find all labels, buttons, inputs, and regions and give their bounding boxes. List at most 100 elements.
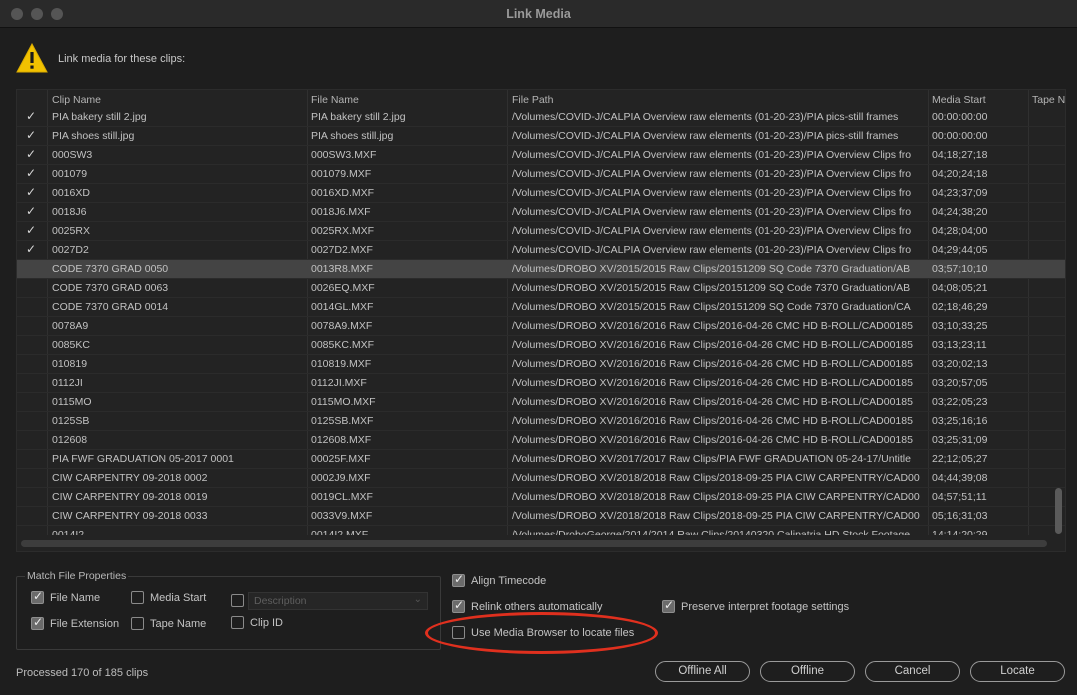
file-name-cell: 0125SB.MXF [311, 415, 374, 427]
column-header-file-path[interactable]: File Path [512, 94, 553, 106]
table-row[interactable]: 010819 010819.MXF/Volumes/DROBO XV/2016/2… [17, 355, 1065, 374]
table-header: Clip Name File Name File Path Media Star… [17, 90, 1065, 108]
checkmark-icon[interactable]: ✓ [26, 242, 36, 256]
table-row[interactable]: ✓ PIA shoes still.jpg PIA shoes still.jpg /… [17, 127, 1065, 146]
clip-name-cell: 0112JI [52, 377, 83, 389]
checkmark-icon[interactable]: ✓ [26, 109, 36, 123]
clip-name-cell: 0027D2 [52, 244, 89, 256]
checkbox-box[interactable] [131, 617, 144, 630]
table-row[interactable]: CIW CARPENTRY 09-2018 0019 0019CL.MXF/Vol… [17, 488, 1065, 507]
table-row[interactable]: CIW CARPENTRY 09-2018 0033 0033V9.MXF/Vol… [17, 507, 1065, 526]
clip-name-cell: 000SW3 [52, 149, 93, 161]
column-header-clip-name[interactable]: Clip Name [52, 94, 101, 106]
clip-name-cell: PIA bakery still 2.jpg [52, 111, 147, 123]
checkbox-box[interactable] [452, 598, 465, 613]
file-path-cell: /Volumes/COVID-J/CALPIA Overview raw ele… [512, 206, 912, 218]
media-start-checkbox[interactable]: Media Start [131, 591, 206, 604]
table-body: ✓ PIA bakery still 2.jpg PIA bakery still … [17, 108, 1065, 535]
table-row[interactable]: 0078A9 0078A9.MXF/Volumes/DROBO XV/2016/2… [17, 317, 1065, 336]
cancel-button[interactable]: Cancel [865, 661, 960, 682]
match-file-properties-group [16, 576, 441, 650]
checkmark-icon[interactable]: ✓ [26, 185, 36, 199]
media-start-cell: 04;20;24;18 [932, 168, 988, 180]
relink-others-checkbox[interactable]: Relink others automatically [452, 598, 602, 613]
clip-name-cell: 0025RX [52, 225, 90, 237]
use-media-browser-checkbox[interactable]: Use Media Browser to locate files [452, 626, 634, 639]
align-timecode-checkbox[interactable]: Align Timecode [452, 572, 546, 587]
file-name-cell: 0018J6.MXF [311, 206, 371, 218]
offline-all-button[interactable]: Offline All [655, 661, 750, 682]
table-row[interactable]: ✓ 001079 001079.MXF/Volumes/COVID-J/CALPIA… [17, 165, 1065, 184]
table-row[interactable]: ✓ 000SW3 000SW3.MXF/Volumes/COVID-J/CALPIA… [17, 146, 1065, 165]
description-dropdown-value: Description [254, 595, 307, 607]
description-checkbox[interactable] [231, 594, 244, 607]
table-row[interactable]: ✓ 0027D2 0027D2.MXF/Volumes/COVID-J/CALPIA… [17, 241, 1065, 260]
window-title: Link Media [506, 7, 571, 21]
column-header-media-start[interactable]: Media Start [932, 94, 986, 106]
vertical-scrollbar[interactable] [1053, 108, 1065, 535]
file-path-cell: /Volumes/COVID-J/CALPIA Overview raw ele… [512, 111, 899, 123]
table-row[interactable]: 012608 012608.MXF/Volumes/DROBO XV/2016/2… [17, 431, 1065, 450]
checkbox-box[interactable] [31, 589, 44, 604]
file-name-cell: 0085KC.MXF [311, 339, 375, 351]
file-name-cell: 0016XD.MXF [311, 187, 375, 199]
table-row[interactable]: CODE 7370 GRAD 0063 0026EQ.MXF/Volumes/DR… [17, 279, 1065, 298]
file-path-cell: /Volumes/COVID-J/CALPIA Overview raw ele… [512, 187, 912, 199]
file-path-cell: /Volumes/COVID-J/CALPIA Overview raw ele… [512, 168, 912, 180]
table-row[interactable]: 0112JI 0112JI.MXF/Volumes/DROBO XV/2016/2… [17, 374, 1065, 393]
table-row[interactable]: 0085KC 0085KC.MXF/Volumes/DROBO XV/2016/2… [17, 336, 1065, 355]
preserve-interpret-checkbox[interactable]: Preserve interpret footage settings [662, 598, 849, 613]
table-row[interactable]: 0125SB 0125SB.MXF/Volumes/DROBO XV/2016/2… [17, 412, 1065, 431]
file-name-cell: PIA shoes still.jpg [311, 130, 394, 142]
clip-id-checkbox[interactable]: Clip ID [231, 616, 283, 629]
table-row[interactable]: 0014I2 0014I2.MXF/Volumes/DroboGeorge/201… [17, 526, 1065, 535]
file-name-cell: 0078A9.MXF [311, 320, 373, 332]
table-row[interactable]: ✓ 0018J6 0018J6.MXF/Volumes/COVID-J/CALPIA… [17, 203, 1065, 222]
media-start-cell: 04;28;04;00 [932, 225, 988, 237]
checkbox-box[interactable] [131, 591, 144, 604]
column-header-tape-name[interactable]: Tape N [1032, 94, 1065, 106]
table-row[interactable]: 0115MO 0115MO.MXF/Volumes/DROBO XV/2016/2… [17, 393, 1065, 412]
checkmark-icon[interactable]: ✓ [26, 204, 36, 218]
checkbox-box[interactable] [452, 572, 465, 587]
horizontal-scrollbar[interactable] [17, 535, 1065, 551]
clip-name-cell: PIA shoes still.jpg [52, 130, 135, 142]
file-name-checkbox[interactable]: File Name [31, 589, 100, 604]
checkmark-icon[interactable]: ✓ [26, 147, 36, 161]
checkmark-icon[interactable]: ✓ [26, 166, 36, 180]
checkmark-icon[interactable]: ✓ [26, 128, 36, 142]
table-row[interactable]: CIW CARPENTRY 09-2018 0002 0002J9.MXF/Vol… [17, 469, 1065, 488]
tape-name-checkbox[interactable]: Tape Name [131, 617, 206, 630]
file-name-cell: 012608.MXF [311, 434, 372, 446]
file-name-cell: 0014GL.MXF [311, 301, 374, 313]
clip-name-cell: CODE 7370 GRAD 0063 [52, 282, 169, 294]
column-header-file-name[interactable]: File Name [311, 94, 359, 106]
media-start-cell: 03;25;16;16 [932, 415, 988, 427]
checkbox-label: File Extension [50, 617, 120, 630]
clip-name-cell: 010819 [52, 358, 88, 370]
media-start-cell: 00:00:00:00 [932, 111, 988, 123]
header-message: Link media for these clips: [58, 53, 186, 65]
clip-name-cell: 0078A9 [52, 320, 89, 332]
checkbox-box[interactable] [231, 594, 244, 607]
table-row[interactable]: CODE 7370 GRAD 0050 0013R8.MXF/Volumes/DR… [17, 260, 1065, 279]
media-start-cell: 03;20;02;13 [932, 358, 988, 370]
table-row[interactable]: CODE 7370 GRAD 0014 0014GL.MXF/Volumes/DR… [17, 298, 1065, 317]
table-row[interactable]: ✓ 0016XD 0016XD.MXF/Volumes/COVID-J/CALPIA… [17, 184, 1065, 203]
clips-table: Clip Name File Name File Path Media Star… [16, 89, 1066, 552]
checkmark-icon[interactable]: ✓ [26, 223, 36, 237]
horizontal-scrollbar-thumb[interactable] [21, 540, 1047, 547]
table-row[interactable]: ✓ PIA bakery still 2.jpg PIA bakery still … [17, 108, 1065, 127]
table-row[interactable]: PIA FWF GRADUATION 05-2017 0001 00025F.MX… [17, 450, 1065, 469]
table-row[interactable]: ✓ 0025RX 0025RX.MXF/Volumes/COVID-J/CALPIA… [17, 222, 1065, 241]
file-extension-checkbox[interactable]: File Extension [31, 615, 120, 630]
vertical-scrollbar-thumb[interactable] [1055, 488, 1062, 534]
checkbox-box[interactable] [231, 616, 244, 629]
offline-button[interactable]: Offline [760, 661, 855, 682]
checkbox-box[interactable] [452, 626, 465, 639]
file-path-cell: /Volumes/DROBO XV/2015/2015 Raw Clips/20… [512, 282, 911, 294]
locate-button[interactable]: Locate [970, 661, 1065, 682]
file-path-cell: /Volumes/DROBO XV/2016/2016 Raw Clips/20… [512, 377, 913, 389]
checkbox-box[interactable] [31, 615, 44, 630]
checkbox-box[interactable] [662, 598, 675, 613]
